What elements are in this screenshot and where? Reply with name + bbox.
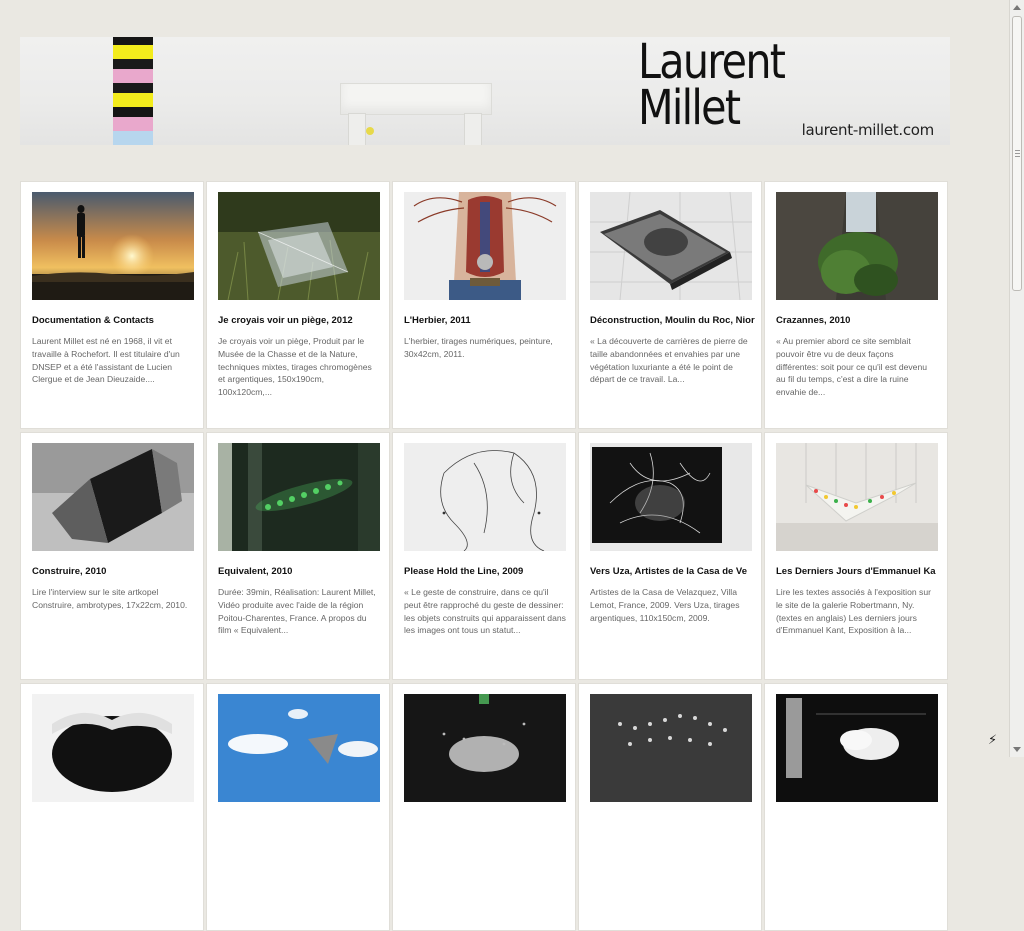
project-card[interactable]: Please Hold the Line, 2009 « Le geste de… [392, 432, 576, 680]
site-banner[interactable]: Laurent Millet laurent-millet.com [20, 37, 950, 145]
project-card[interactable]: Documentation & Contacts Laurent Millet … [20, 181, 204, 429]
project-card[interactable] [392, 683, 576, 931]
card-title[interactable]: Construire, 2010 [32, 566, 197, 577]
card-description: « Au premier abord ce site semblait pouv… [776, 336, 928, 398]
striped-pole-image [113, 37, 153, 145]
scrollbar-thumb[interactable] [1012, 16, 1022, 291]
green-light-photo[interactable] [218, 443, 380, 551]
geometric-shadow-photo[interactable] [32, 443, 194, 551]
grass-structure-photo[interactable] [218, 192, 380, 300]
site-logo[interactable]: Laurent Millet [638, 37, 786, 136]
black-sculpture-photo[interactable] [590, 443, 752, 551]
card-title[interactable]: Equivalent, 2010 [218, 566, 383, 577]
card-title[interactable]: Déconstruction, Moulin du Roc, Nior [590, 315, 755, 326]
project-card[interactable] [206, 683, 390, 931]
project-card[interactable] [764, 683, 948, 931]
card-title[interactable]: Please Hold the Line, 2009 [404, 566, 569, 577]
card-title[interactable]: Je croyais voir un piège, 2012 [218, 315, 383, 326]
card-title[interactable]: Vers Uza, Artistes de la Casa de Ve [590, 566, 755, 577]
light-installation-photo[interactable] [776, 443, 938, 551]
card-description: Je croyais voir un piège, Produit par le… [218, 336, 372, 398]
line-drawing-photo[interactable] [404, 443, 566, 551]
project-card[interactable]: L'Herbier, 2011 L'herbier, tirages numér… [392, 181, 576, 429]
card-description: « Le geste de construire, dans ce qu'il … [404, 587, 566, 636]
project-card[interactable]: Je croyais voir un piège, 2012 Je croyai… [206, 181, 390, 429]
sky-clouds-photo[interactable] [218, 694, 380, 802]
project-card[interactable]: Construire, 2010 Lire l'interview sur le… [20, 432, 204, 680]
project-card[interactable]: Déconstruction, Moulin du Roc, Nior « La… [578, 181, 762, 429]
project-card[interactable]: Equivalent, 2010 Durée: 39min, Réalisati… [206, 432, 390, 680]
card-title[interactable]: Documentation & Contacts [32, 315, 197, 326]
card-description: Lire l'interview sur le site artkopel Co… [32, 587, 188, 610]
vertical-scrollbar[interactable] [1009, 0, 1024, 757]
quarry-ruin-photo[interactable] [776, 192, 938, 300]
anatomy-torso-photo[interactable] [404, 192, 566, 300]
splash-dark-photo[interactable] [404, 694, 566, 802]
sunset-figure-photo[interactable] [32, 192, 194, 300]
dots-chalkboard-photo[interactable] [590, 694, 752, 802]
project-card[interactable]: Les Derniers Jours d'Emmanuel Ka Lire le… [764, 432, 948, 680]
project-card[interactable]: Vers Uza, Artistes de la Casa de Ve Arti… [578, 432, 762, 680]
card-description: Lire les textes associés à l'exposition … [776, 587, 931, 636]
card-description: L'herbier, tirages numériques, peinture,… [404, 336, 553, 359]
site-url[interactable]: laurent-millet.com [802, 121, 935, 139]
card-description: « La découverte de carrières de pierre d… [590, 336, 748, 385]
card-title[interactable]: Crazannes, 2010 [776, 315, 941, 326]
cloud-box-photo[interactable] [776, 694, 938, 802]
project-card[interactable]: Crazannes, 2010 « Au premier abord ce si… [764, 181, 948, 429]
card-description: Artistes de la Casa de Velazquez, Villa … [590, 587, 740, 623]
card-description: Laurent Millet est né en 1968, il vit et… [32, 336, 180, 385]
scroll-up-icon[interactable] [1013, 5, 1021, 10]
book-on-floor-photo[interactable] [590, 192, 752, 300]
card-title[interactable]: L'Herbier, 2011 [404, 315, 569, 326]
project-card[interactable] [578, 683, 762, 931]
project-card[interactable] [20, 683, 204, 931]
logo-line-first: Laurent [638, 37, 786, 90]
card-title[interactable]: Les Derniers Jours d'Emmanuel Ka [776, 566, 941, 577]
card-description: Durée: 39min, Réalisation: Laurent Mille… [218, 587, 376, 636]
logo-line-last: Millet [638, 80, 741, 136]
lightning-bolt-icon[interactable]: ⚡ [988, 733, 997, 748]
scroll-down-icon[interactable] [1013, 747, 1021, 752]
white-stool-image [340, 83, 492, 145]
white-foam-photo[interactable] [32, 694, 194, 802]
